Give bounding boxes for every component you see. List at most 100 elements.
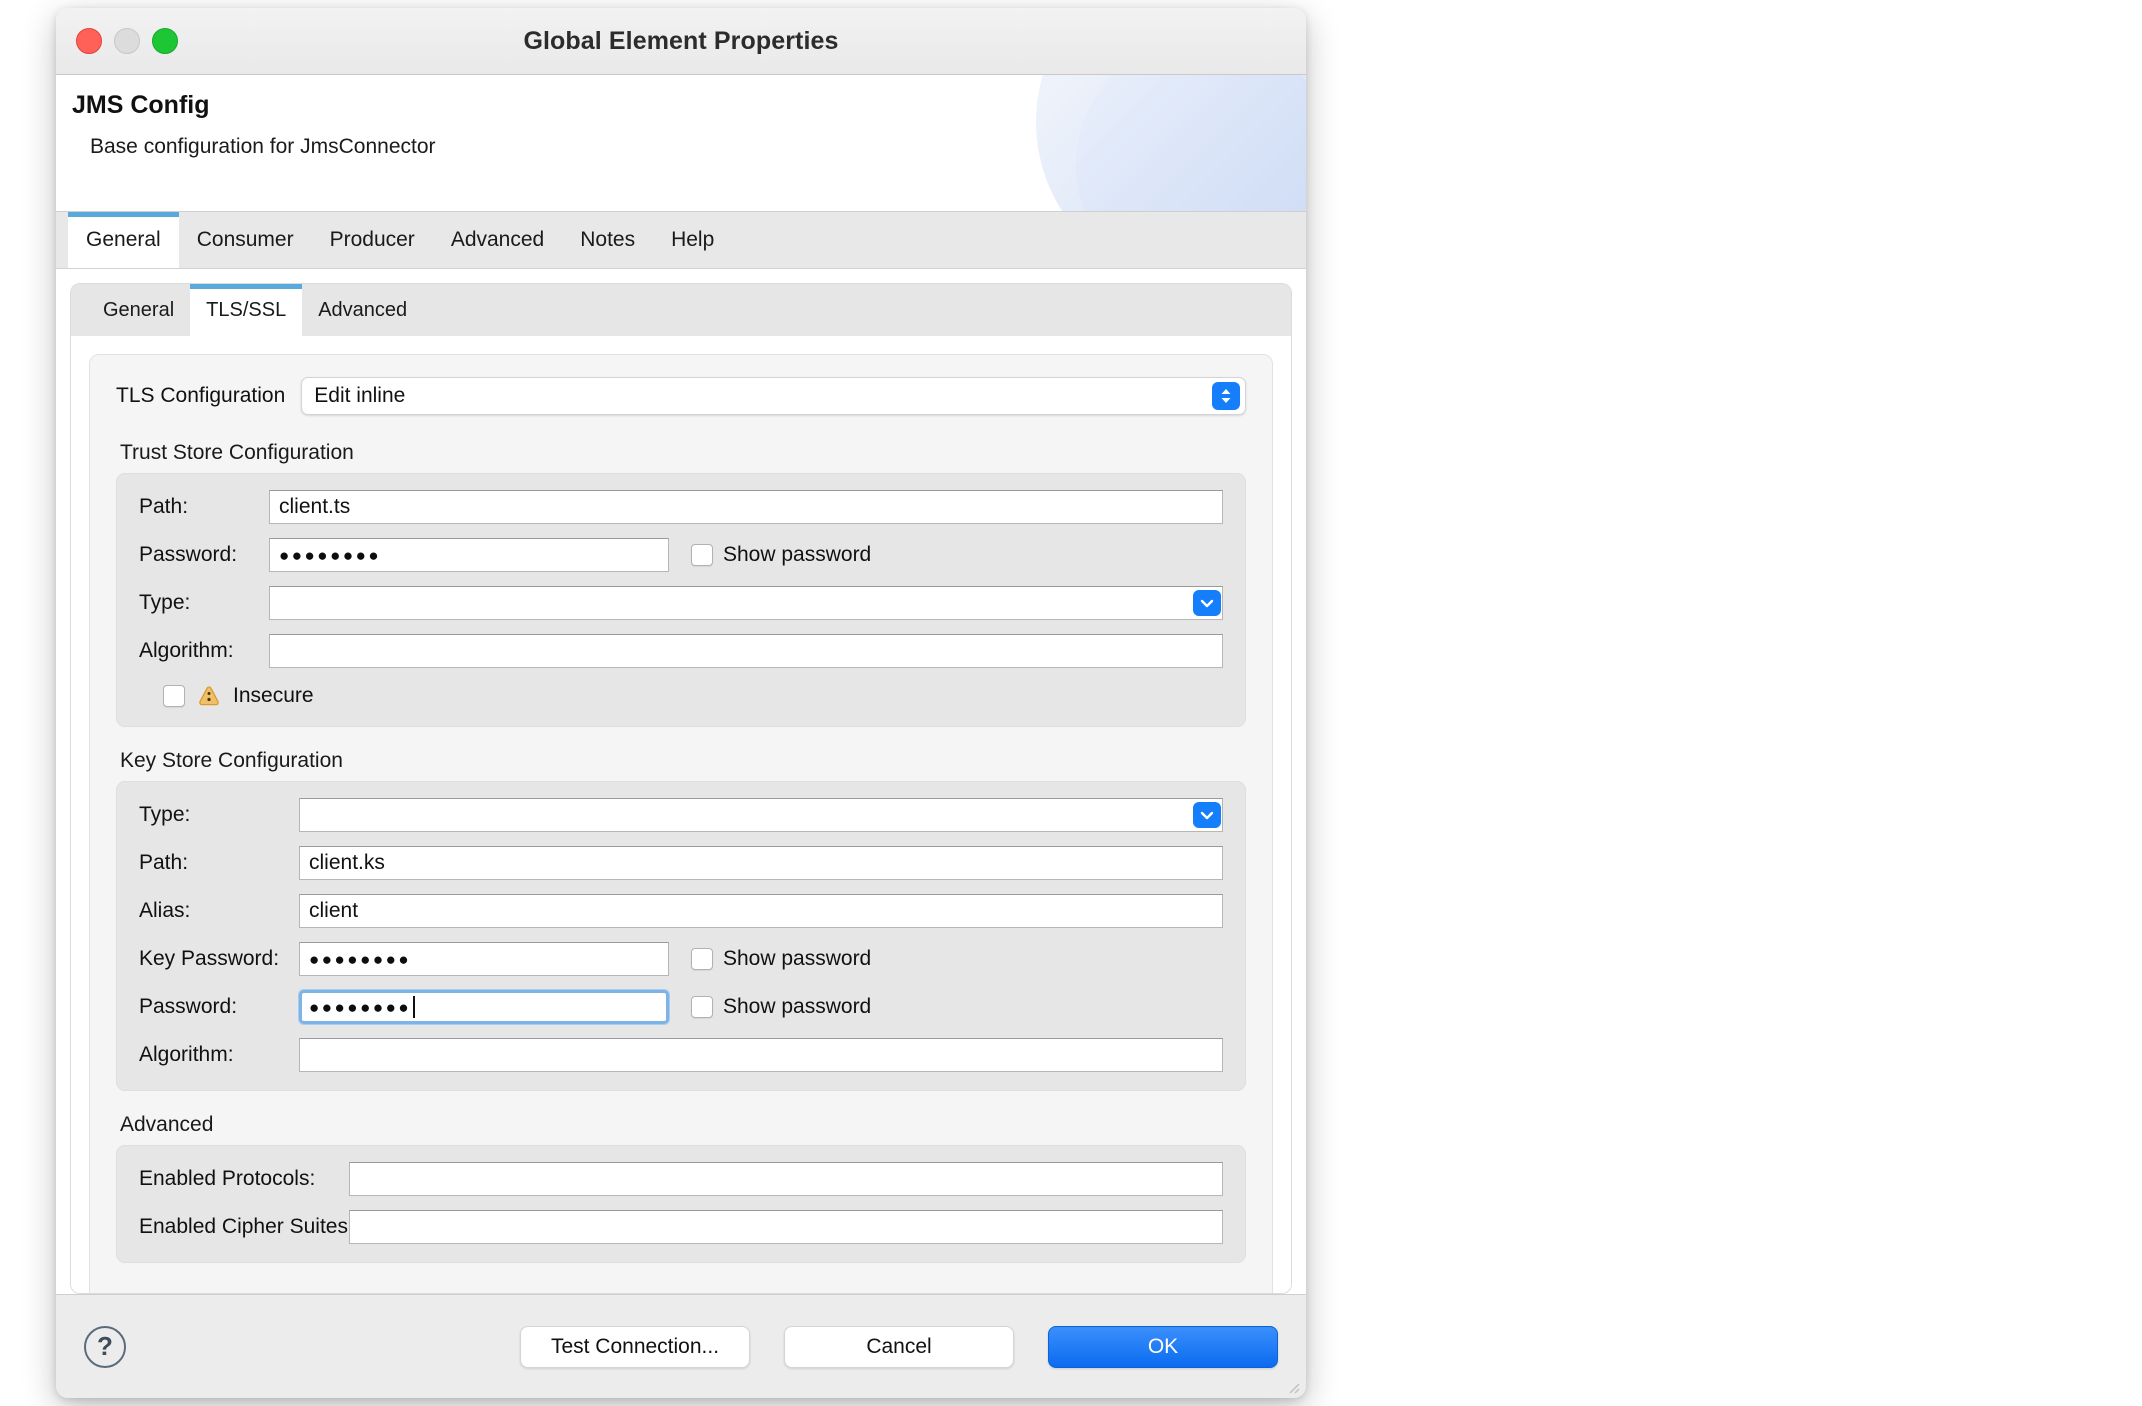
key-store-password-show-group[interactable]: Show password [691, 995, 871, 1019]
config-header-banner: JMS Config Base configuration for JmsCon… [56, 75, 1306, 212]
chevron-up-down-icon[interactable] [1212, 382, 1240, 410]
trust-store-path-label: Path: [139, 495, 189, 518]
trust-store-show-password-group[interactable]: Show password [691, 543, 871, 567]
tls-configuration-value: Edit inline [314, 384, 406, 407]
key-store-type-label: Type: [139, 803, 191, 826]
trust-store-type-label: Type: [139, 591, 191, 614]
key-store-type-combo[interactable] [299, 798, 1223, 832]
enabled-cipher-suites-label: Enabled Cipher Suites: [139, 1215, 354, 1238]
tab-consumer-label: Consumer [196, 228, 294, 251]
chevron-down-icon[interactable] [1193, 802, 1221, 828]
inner-tab-bar: General TLS/SSL Advanced [71, 284, 1291, 337]
ok-label: OK [1147, 1334, 1179, 1358]
enabled-protocols-label: Enabled Protocols: [139, 1167, 316, 1190]
key-store-algorithm-input[interactable] [299, 1038, 1223, 1072]
trust-store-password-value: ●●●●●●●● [279, 545, 382, 565]
insecure-label: Insecure [233, 684, 314, 707]
minimize-icon[interactable] [114, 28, 140, 54]
global-element-properties-window: Global Element Properties JMS Config Bas… [56, 8, 1306, 1398]
trust-store-password-row: Password: ●●●●●●●● Show password [139, 538, 1223, 572]
key-store-algorithm-row: Algorithm: [139, 1038, 1223, 1072]
footer-button-group: Test Connection... Cancel OK [56, 1325, 1278, 1368]
inner-tab-tls-ssl[interactable]: TLS/SSL [190, 284, 303, 336]
traffic-light-group [76, 8, 178, 74]
key-store-password-input[interactable]: ●●●●●●●● [299, 990, 669, 1024]
tab-content-area: General TLS/SSL Advanced TLS Configurati… [56, 269, 1306, 1294]
key-store-key-password-input[interactable]: ●●●●●●●● [299, 942, 669, 976]
enabled-cipher-suites-input[interactable] [349, 1210, 1223, 1244]
general-tab-panel: General TLS/SSL Advanced TLS Configurati… [70, 283, 1292, 1294]
key-store-type-row: Type: [139, 798, 1223, 832]
config-subtitle: Base configuration for JmsConnector [90, 135, 436, 158]
inner-tab-advanced[interactable]: Advanced [302, 284, 423, 336]
config-title: JMS Config [72, 91, 210, 119]
key-store-alias-row: Alias: client [139, 894, 1223, 928]
zoom-icon[interactable] [152, 28, 178, 54]
tab-help-label: Help [671, 228, 715, 251]
tab-advanced-label: Advanced [450, 228, 545, 251]
tab-general[interactable]: General [68, 212, 179, 268]
tab-consumer[interactable]: Consumer [179, 212, 312, 268]
tls-configuration-select[interactable]: Edit inline [301, 377, 1246, 415]
key-store-path-input[interactable]: client.ks [299, 846, 1223, 880]
enabled-protocols-input[interactable] [349, 1162, 1223, 1196]
trust-store-type-row: Type: [139, 586, 1223, 620]
insecure-checkbox[interactable] [163, 685, 185, 707]
key-store-password-show-checkbox[interactable] [691, 996, 713, 1018]
enabled-protocols-row: Enabled Protocols: [139, 1162, 1223, 1196]
enabled-cipher-suites-row: Enabled Cipher Suites: [139, 1210, 1223, 1244]
advanced-box: Enabled Protocols: Enabled Cipher Suites… [116, 1145, 1246, 1263]
screen: Global Element Properties JMS Config Bas… [0, 0, 2142, 1406]
key-store-password-value: ●●●●●●●● [309, 997, 412, 1017]
window-title: Global Element Properties [523, 26, 839, 55]
key-store-algorithm-label: Algorithm: [139, 1043, 234, 1066]
key-store-path-value: client.ks [309, 851, 385, 874]
key-store-password-show-label: Show password [723, 995, 872, 1018]
advanced-title: Advanced [120, 1113, 214, 1136]
text-caret [413, 996, 416, 1018]
inner-tab-tls-ssl-label: TLS/SSL [206, 298, 287, 321]
key-store-key-password-show-checkbox[interactable] [691, 948, 713, 970]
trust-store-show-password-label: Show password [723, 543, 872, 566]
key-store-key-password-show-group[interactable]: Show password [691, 947, 871, 971]
key-store-alias-value: client [309, 899, 359, 922]
tls-ssl-form: TLS Configuration Edit inline Trust Stor… [89, 354, 1273, 1293]
trust-store-type-combo[interactable] [269, 586, 1223, 620]
dialog-footer: ? Test Connection... Cancel OK [56, 1294, 1306, 1398]
chevron-down-icon[interactable] [1193, 590, 1221, 616]
tab-producer-label: Producer [329, 228, 415, 251]
banner-decoration-arc-inner [1076, 75, 1306, 211]
trust-store-path-row: Path: client.ts [139, 490, 1223, 524]
key-store-alias-label: Alias: [139, 899, 191, 922]
key-store-alias-input[interactable]: client [299, 894, 1223, 928]
cancel-label: Cancel [866, 1334, 932, 1358]
cancel-button[interactable]: Cancel [784, 1325, 1014, 1368]
tab-advanced[interactable]: Advanced [433, 212, 562, 268]
tls-ssl-scroll-region[interactable]: TLS Configuration Edit inline Trust Stor… [71, 336, 1291, 1293]
trust-store-algorithm-row: Algorithm: [139, 634, 1223, 668]
key-store-key-password-show-label: Show password [723, 947, 872, 970]
trust-store-password-input[interactable]: ●●●●●●●● [269, 538, 669, 572]
tab-notes[interactable]: Notes [562, 212, 653, 268]
trust-store-title: Trust Store Configuration [120, 441, 354, 464]
key-store-password-row: Password: ●●●●●●●● Show password [139, 990, 1223, 1024]
trust-store-insecure-row[interactable]: Insecure [139, 684, 1223, 708]
ok-button[interactable]: OK [1048, 1325, 1278, 1368]
trust-store-path-value: client.ts [279, 495, 351, 518]
trust-store-algorithm-label: Algorithm: [139, 639, 234, 662]
tab-help[interactable]: Help [653, 212, 732, 268]
trust-store-algorithm-input[interactable] [269, 634, 1223, 668]
resize-grip-icon[interactable] [1286, 1380, 1300, 1394]
test-connection-label: Test Connection... [550, 1334, 720, 1358]
inner-tab-general[interactable]: General [87, 284, 190, 336]
key-store-key-password-label: Key Password: [139, 947, 280, 970]
warning-icon [197, 684, 221, 708]
window-titlebar: Global Element Properties [56, 8, 1306, 75]
trust-store-show-password-checkbox[interactable] [691, 544, 713, 566]
trust-store-path-input[interactable]: client.ts [269, 490, 1223, 524]
trust-store-group: Trust Store Configuration Path: client.t… [116, 441, 1246, 727]
close-icon[interactable] [76, 28, 102, 54]
tab-producer[interactable]: Producer [312, 212, 433, 268]
test-connection-button[interactable]: Test Connection... [520, 1325, 750, 1368]
tls-configuration-label: TLS Configuration [116, 384, 286, 407]
